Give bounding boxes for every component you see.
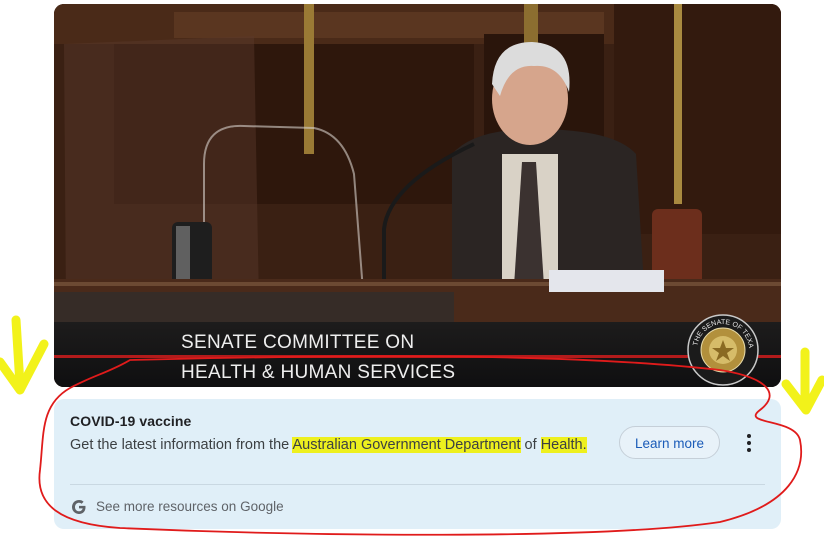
panel-text-middle: of <box>520 437 541 453</box>
panel-description: Get the latest information from the Aust… <box>70 434 590 456</box>
video-player[interactable]: SENATE COMMITTEE ON HEALTH & HUMAN SERVI… <box>54 4 781 387</box>
covid-info-panel: COVID-19 vaccine Get the latest informat… <box>54 399 781 529</box>
panel-divider <box>70 484 765 485</box>
right-arrow-annotation <box>781 347 824 415</box>
highlighted-agency: Australian Government Department <box>292 437 521 453</box>
panel-title: COVID-19 vaccine <box>70 413 192 429</box>
caption-line-1: SENATE COMMITTEE ON <box>181 332 415 353</box>
highlighted-health: Health. <box>540 437 587 453</box>
senate-seal-logo: THE SENATE OF TEXAS <box>687 314 759 386</box>
caption-line-2: HEALTH & HUMAN SERVICES <box>181 362 456 383</box>
google-g-icon <box>72 500 86 514</box>
caption-banner: SENATE COMMITTEE ON HEALTH & HUMAN SERVI… <box>54 322 781 387</box>
more-vert-icon[interactable] <box>739 431 759 455</box>
panel-text-start: Get the latest information from the <box>70 437 293 453</box>
learn-more-button[interactable]: Learn more <box>619 426 720 459</box>
caption-divider <box>54 355 781 358</box>
see-more-resources-link[interactable]: See more resources on Google <box>96 499 284 514</box>
left-arrow-annotation <box>0 315 49 395</box>
